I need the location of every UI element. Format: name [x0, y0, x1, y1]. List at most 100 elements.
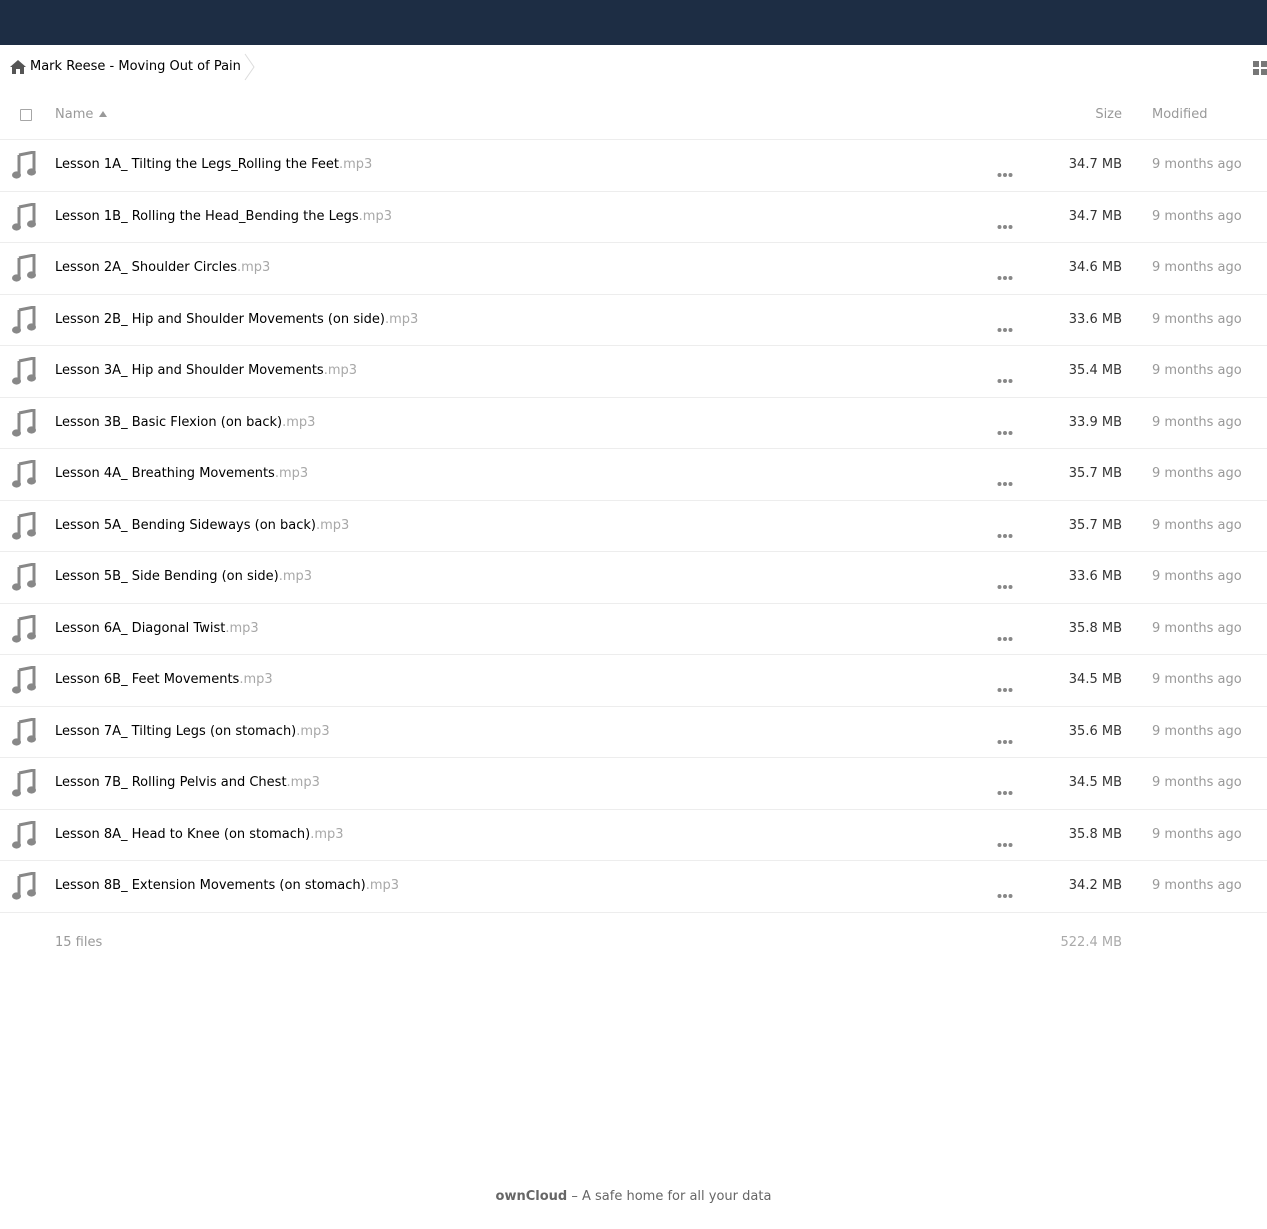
file-size: 35.4 MB [1068, 363, 1122, 378]
file-extension: .mp3 [310, 826, 344, 842]
file-extension: .mp3 [278, 569, 313, 584]
file-extension: .mp3 [282, 414, 316, 430]
file-name[interactable]: Lesson 3B_ Basic Flexion (on back).mp3 [55, 415, 315, 431]
file-name[interactable]: Lesson 7A_ Tilting Legs (on stomach).mp3 [55, 724, 330, 740]
file-modified: 9 months ago [1152, 260, 1242, 275]
more-dots-icon[interactable] [997, 833, 1013, 847]
file-row[interactable]: Lesson 5A_ Bending Sideways (on back).mp… [0, 501, 1267, 552]
more-dots-icon[interactable] [997, 266, 1013, 280]
file-modified: 9 months ago [1152, 517, 1242, 533]
more-dots-icon[interactable] [997, 163, 1013, 177]
footer-brand[interactable]: ownCloud [496, 1189, 568, 1204]
music-note-icon[interactable] [12, 510, 36, 540]
file-row[interactable]: Lesson 2A_ Shoulder Circles.mp3 34.6 MB 9 … [0, 243, 1267, 295]
file-extension: .mp3 [384, 311, 419, 327]
file-name[interactable]: Lesson 8B_ Extension Movements (on stoma… [55, 878, 399, 894]
music-note-icon[interactable] [12, 716, 36, 746]
file-size: 35.6 MB [1068, 723, 1122, 739]
file-list: Lesson 1A_ Tilting the Legs_Rolling the … [0, 140, 1267, 913]
file-extension: .mp3 [323, 363, 358, 378]
home-icon[interactable] [10, 60, 26, 74]
file-row[interactable]: Lesson 7A_ Tilting Legs (on stomach).mp3… [0, 707, 1267, 758]
file-row[interactable]: Lesson 6A_ Diagonal Twist.mp3 35.8 MB 9 mo… [0, 604, 1267, 655]
file-name[interactable]: Lesson 7B_ Rolling Pelvis and Chest.mp3 [55, 775, 320, 791]
more-dots-icon[interactable] [997, 627, 1013, 641]
file-row[interactable]: Lesson 8A_ Head to Knee (on stomach).mp3… [0, 810, 1267, 861]
file-size: 34.2 MB [1068, 878, 1122, 893]
music-note-icon[interactable] [12, 356, 36, 385]
more-dots-icon[interactable] [997, 369, 1013, 383]
file-row[interactable]: Lesson 5B_ Side Bending (on side).mp3 33.… [0, 552, 1267, 604]
file-row[interactable]: Lesson 3A_ Hip and Shoulder Movements.mp… [0, 346, 1267, 398]
file-row[interactable]: Lesson 6B_ Feet Movements.mp3 34.5 MB 9 mo… [0, 655, 1267, 707]
file-row[interactable]: Lesson 8B_ Extension Movements (on stoma… [0, 861, 1267, 913]
file-extension: .mp3 [236, 260, 271, 275]
file-extension: .mp3 [239, 672, 273, 687]
music-note-icon[interactable] [12, 819, 36, 849]
file-size: 35.7 MB [1068, 517, 1122, 533]
file-name[interactable]: Lesson 8A_ Head to Knee (on stomach).mp3 [55, 827, 344, 843]
file-basename: Lesson 6B_ Feet Movements [55, 672, 240, 687]
music-note-icon[interactable] [12, 407, 36, 437]
more-dots-icon[interactable] [997, 524, 1013, 538]
grid-view-icon[interactable] [1253, 61, 1267, 75]
column-modified-header[interactable]: Modified [1152, 107, 1207, 123]
file-size: 33.9 MB [1068, 414, 1122, 430]
file-basename: Lesson 6A_ Diagonal Twist [55, 620, 226, 636]
music-note-icon[interactable] [12, 613, 36, 643]
music-note-icon[interactable] [12, 562, 36, 591]
file-row[interactable]: Lesson 1B_ Rolling the Head_Bending the … [0, 192, 1267, 243]
file-modified: 9 months ago [1152, 363, 1242, 378]
file-summary: 15 files 522.4 MB [0, 930, 1267, 954]
music-note-icon[interactable] [12, 201, 36, 231]
file-size: 35.8 MB [1068, 826, 1122, 842]
file-row[interactable]: Lesson 3B_ Basic Flexion (on back).mp3 33… [0, 398, 1267, 449]
file-basename: Lesson 3A_ Hip and Shoulder Movements [55, 363, 324, 378]
more-dots-icon[interactable] [997, 575, 1013, 589]
footer-tagline: – A safe home for all your data [567, 1189, 772, 1204]
file-name[interactable]: Lesson 1B_ Rolling the Head_Bending the … [55, 209, 392, 225]
file-name[interactable]: Lesson 6A_ Diagonal Twist.mp3 [55, 621, 259, 637]
file-modified: 9 months ago [1152, 311, 1242, 327]
summary-total-size: 522.4 MB [1060, 935, 1122, 950]
more-dots-icon[interactable] [997, 678, 1013, 692]
file-extension: .mp3 [296, 723, 330, 739]
page-footer: ownCloud – A safe home for all your data [0, 1189, 1267, 1204]
music-note-icon[interactable] [12, 304, 36, 334]
more-dots-icon[interactable] [997, 781, 1013, 795]
more-dots-icon[interactable] [997, 318, 1013, 332]
file-modified: 9 months ago [1152, 208, 1242, 224]
more-dots-icon[interactable] [997, 884, 1013, 898]
file-name[interactable]: Lesson 3A_ Hip and Shoulder Movements.mp… [55, 363, 357, 379]
file-row[interactable]: Lesson 7B_ Rolling Pelvis and Chest.mp3 3… [0, 758, 1267, 810]
music-note-icon[interactable] [12, 253, 36, 282]
column-size-header[interactable]: Size [1095, 107, 1122, 123]
more-dots-icon[interactable] [997, 472, 1013, 486]
music-note-icon[interactable] [12, 150, 36, 179]
file-size: 34.7 MB [1068, 157, 1122, 172]
file-name[interactable]: Lesson 2A_ Shoulder Circles.mp3 [55, 260, 270, 276]
music-note-icon[interactable] [12, 768, 36, 797]
music-note-icon[interactable] [12, 871, 36, 900]
file-name[interactable]: Lesson 6B_ Feet Movements.mp3 [55, 672, 273, 688]
file-basename: Lesson 1B_ Rolling the Head_Bending the … [55, 208, 359, 224]
file-size: 34.6 MB [1068, 260, 1122, 275]
column-name-header[interactable]: Name [55, 107, 93, 123]
file-name[interactable]: Lesson 4A_ Breathing Movements.mp3 [55, 466, 308, 482]
file-row[interactable]: Lesson 4A_ Breathing Movements.mp3 35.7 M… [0, 449, 1267, 501]
select-all-checkbox[interactable] [20, 109, 32, 121]
file-basename: Lesson 8B_ Extension Movements (on stoma… [55, 878, 366, 893]
music-note-icon[interactable] [12, 459, 36, 488]
music-note-icon[interactable] [12, 665, 36, 694]
more-dots-icon[interactable] [997, 421, 1013, 435]
file-name[interactable]: Lesson 2B_ Hip and Shoulder Movements (o… [55, 312, 418, 328]
file-name[interactable]: Lesson 1A_ Tilting the Legs_Rolling the … [55, 157, 372, 173]
more-dots-icon[interactable] [997, 215, 1013, 229]
file-row[interactable]: Lesson 1A_ Tilting the Legs_Rolling the … [0, 140, 1267, 192]
file-name[interactable]: Lesson 5A_ Bending Sideways (on back).mp… [55, 518, 349, 534]
file-row[interactable]: Lesson 2B_ Hip and Shoulder Movements (o… [0, 295, 1267, 346]
breadcrumb-folder[interactable]: Mark Reese - Moving Out of Pain [30, 59, 241, 75]
more-dots-icon[interactable] [997, 730, 1013, 744]
sort-ascending-icon[interactable] [99, 111, 107, 117]
file-name[interactable]: Lesson 5B_ Side Bending (on side).mp3 [55, 569, 312, 585]
